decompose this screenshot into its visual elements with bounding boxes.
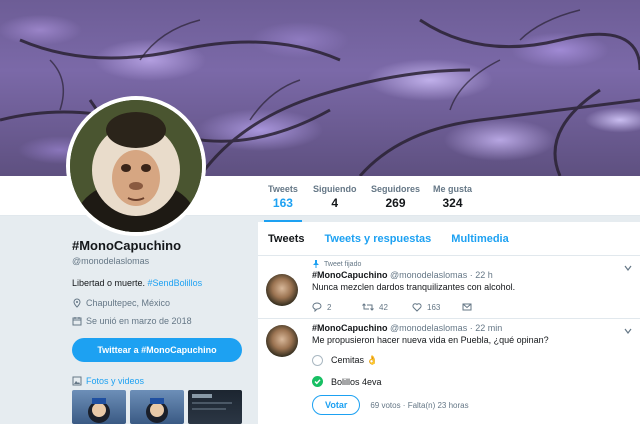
tweet-item[interactable]: #MonoCapuchino @monodelaslomas · 22 min … bbox=[258, 319, 640, 421]
monkey-avatar-image bbox=[70, 100, 202, 232]
envelope-icon bbox=[462, 303, 472, 311]
poll-footer: Votar 69 votos · Falta(n) 23 horas bbox=[312, 395, 630, 415]
tweet-avatar[interactable] bbox=[266, 274, 298, 306]
tweet-item[interactable]: Tweet fijado #MonoCapuchino @monodelaslo… bbox=[258, 256, 640, 319]
bio-text: Libertad o muerte. bbox=[72, 278, 148, 288]
reply-button[interactable]: 2 bbox=[312, 302, 362, 312]
retweet-count: 42 bbox=[379, 302, 388, 312]
tab-tweets[interactable]: Tweets bbox=[268, 233, 304, 245]
poll-option[interactable]: Cemitas 👌 bbox=[312, 355, 630, 366]
timeline-tabs: Tweets Tweets y respuestas Multimedia bbox=[258, 222, 640, 256]
tweet-header: #MonoCapuchino @monodelaslomas · 22 min bbox=[312, 323, 630, 333]
stat-likes[interactable]: Me gusta 324 bbox=[433, 184, 472, 210]
joined-text: Se unió en marzo de 2018 bbox=[86, 316, 192, 326]
profile-avatar[interactable] bbox=[66, 96, 206, 236]
stat-label: Seguidores bbox=[371, 184, 421, 194]
media-thumbnails bbox=[72, 390, 242, 424]
tweet-text: Nunca mezclen dardos tranquilizantes con… bbox=[312, 282, 516, 292]
tab-media[interactable]: Multimedia bbox=[451, 233, 508, 245]
reply-count: 2 bbox=[327, 302, 332, 312]
profile-name[interactable]: #MonoCapuchino bbox=[72, 238, 252, 253]
tweet-author-name[interactable]: #MonoCapuchino bbox=[312, 270, 388, 280]
pin-icon bbox=[313, 260, 319, 268]
like-count: 163 bbox=[427, 302, 441, 312]
tweet-text: Me propusieron hacer nueva vida en Puebl… bbox=[312, 335, 549, 345]
photos-videos-link[interactable]: Fotos y videos bbox=[72, 376, 252, 386]
stat-label: Me gusta bbox=[433, 184, 473, 194]
tweet-timestamp[interactable]: · 22 min bbox=[470, 323, 503, 333]
media-thumbnail-image bbox=[192, 394, 232, 410]
poll-option[interactable]: Bolillos 4eva bbox=[312, 376, 630, 387]
tweet-header: #MonoCapuchino @monodelaslomas · 22 h bbox=[312, 270, 630, 280]
vote-button[interactable]: Votar bbox=[312, 395, 361, 415]
tweet-author-handle: @monodelaslomas bbox=[390, 323, 468, 333]
stat-value: 324 bbox=[442, 196, 463, 210]
tweet-author-name[interactable]: #MonoCapuchino bbox=[312, 323, 388, 333]
tweet-author-handle: @monodelaslomas bbox=[390, 270, 468, 280]
stat-value: 269 bbox=[385, 196, 406, 210]
media-thumbnail-image bbox=[146, 398, 168, 423]
heart-icon bbox=[412, 303, 422, 312]
profile-handle: @monodelaslomas bbox=[72, 256, 150, 266]
stat-label: Siguiendo bbox=[313, 184, 357, 194]
chevron-down-icon[interactable] bbox=[624, 327, 632, 335]
location-text: Chapultepec, México bbox=[86, 298, 171, 308]
poll-meta: 69 votos · Falta(n) 23 horas bbox=[370, 400, 469, 410]
stat-followers[interactable]: Seguidores 269 bbox=[371, 184, 420, 210]
profile-bio: Libertad o muerte. #SendBolillos bbox=[72, 278, 252, 288]
tweet-to-button[interactable]: Twittear a #MonoCapuchino bbox=[72, 338, 242, 362]
stat-value: 4 bbox=[331, 196, 339, 210]
retweet-button[interactable]: 42 bbox=[362, 302, 412, 312]
pinned-indicator: Tweet fijado bbox=[312, 260, 630, 268]
tweet-timestamp[interactable]: · 22 h bbox=[470, 270, 493, 280]
profile-joined: Se unió en marzo de 2018 bbox=[72, 316, 252, 326]
pinned-label: Tweet fijado bbox=[324, 260, 362, 268]
reply-icon bbox=[312, 302, 322, 312]
stat-label: Tweets bbox=[268, 184, 298, 194]
direct-message-button[interactable] bbox=[462, 302, 512, 312]
stat-following[interactable]: Siguiendo 4 bbox=[313, 184, 357, 210]
timeline: Tweets Tweets y respuestas Multimedia Tw… bbox=[258, 222, 640, 424]
photos-videos-label: Fotos y videos bbox=[86, 376, 145, 386]
poll-option-label: Cemitas 👌 bbox=[331, 355, 378, 365]
media-thumbnail[interactable] bbox=[188, 390, 242, 424]
tab-tweets-replies[interactable]: Tweets y respuestas bbox=[324, 233, 431, 245]
stat-tweets[interactable]: Tweets 163 bbox=[264, 184, 302, 223]
like-button[interactable]: 163 bbox=[412, 302, 462, 312]
twitter-profile-page: Tweets 163 Siguiendo 4 Seguidores 269 Me… bbox=[0, 0, 640, 424]
media-thumbnail[interactable] bbox=[72, 390, 126, 424]
profile-info: #MonoCapuchino @monodelaslomas Libertad … bbox=[72, 238, 252, 386]
tweet-avatar[interactable] bbox=[266, 325, 298, 357]
media-thumbnail-image bbox=[88, 398, 110, 423]
location-pin-icon bbox=[73, 298, 81, 308]
image-icon bbox=[72, 376, 82, 386]
stat-value: 163 bbox=[272, 196, 293, 210]
checkmark-icon bbox=[314, 379, 321, 385]
chevron-down-icon[interactable] bbox=[624, 264, 632, 272]
profile-location: Chapultepec, México bbox=[72, 298, 252, 308]
poll-radio[interactable] bbox=[312, 355, 323, 366]
media-thumbnail[interactable] bbox=[130, 390, 184, 424]
retweet-icon bbox=[362, 303, 374, 311]
poll-radio-checked[interactable] bbox=[312, 376, 323, 387]
tweet-actions: 2 42 163 bbox=[312, 302, 630, 312]
poll-option-label: Bolillos 4eva bbox=[331, 376, 382, 387]
calendar-icon bbox=[72, 317, 82, 326]
bio-hashtag-link[interactable]: #SendBolillos bbox=[148, 278, 203, 288]
